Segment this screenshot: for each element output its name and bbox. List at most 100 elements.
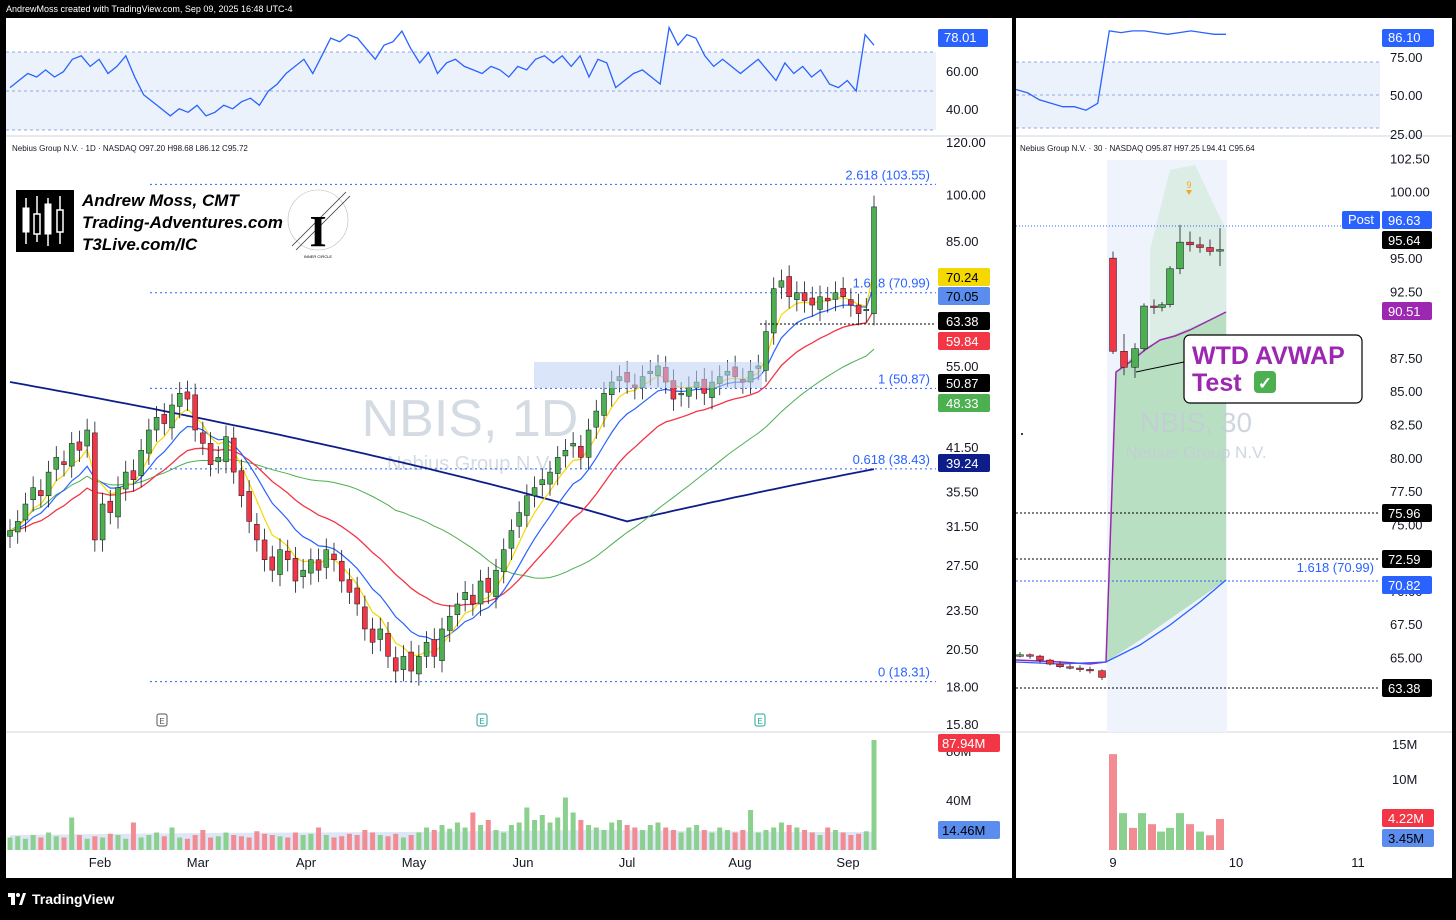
intraday-price-tag-value: 63.38 [1388, 681, 1421, 696]
intraday-rsi-tick-25: 25.00 [1390, 127, 1423, 142]
volume-bar [470, 812, 476, 850]
check-icon-glyph: ✓ [1258, 374, 1272, 393]
volume-bar [323, 835, 329, 850]
price-tag-value: 63.38 [946, 314, 979, 329]
volume-bar [15, 836, 21, 850]
candle-up [323, 549, 330, 568]
intraday-candle-down [1076, 667, 1084, 670]
intraday-fib-label: 1.618 (70.99) [1297, 560, 1374, 575]
volume-bar [377, 835, 383, 850]
intraday-y-tick: 92.50 [1390, 284, 1423, 299]
candle-down [107, 500, 114, 513]
candle-down [392, 657, 399, 672]
volume-avg-value: 14.46M [942, 823, 985, 838]
candle-up [122, 471, 129, 490]
fib-label: 2.618 (103.55) [845, 167, 930, 182]
daily-y-tick: 27.50 [946, 558, 979, 573]
candle-up [115, 487, 121, 518]
volume-bar [832, 830, 838, 850]
candle-up [215, 457, 222, 463]
intraday-candle-down [1109, 257, 1117, 352]
candle-up [585, 429, 592, 458]
intraday-price-tag-value: 70.82 [1388, 578, 1421, 593]
daily-title-text: Nebius Group N.V. · 1D · NASDAQ [12, 144, 137, 153]
volume-bar [223, 832, 229, 850]
volume-bar [694, 825, 700, 850]
volume-bar [238, 836, 244, 850]
candle-down [261, 539, 268, 560]
candle-up [308, 559, 314, 574]
volume-bar [647, 825, 653, 850]
volume-bar [246, 837, 252, 850]
volume-bar [570, 812, 576, 850]
candle-up [146, 429, 152, 454]
daily-watermark-ticker: NBIS, 1D [362, 390, 579, 448]
candle-down [192, 394, 198, 431]
candle-down [354, 587, 360, 605]
candle-down [207, 443, 214, 465]
intraday-volume-bar [1148, 824, 1156, 850]
volume-bar [177, 837, 183, 850]
volume-bar [208, 837, 214, 850]
intraday-volume-bar [1216, 819, 1224, 850]
volume-bar [809, 832, 815, 850]
candle-up [68, 443, 75, 467]
tradingview-logo-text: TradingView [32, 891, 115, 907]
rsi-tick-40: 40.00 [946, 102, 979, 117]
intraday-volume-bar [1138, 813, 1146, 850]
volume-bar [670, 830, 676, 850]
intraday-x-label: 9 [1109, 855, 1116, 870]
intraday-candle-up [1016, 654, 1024, 657]
candle-up [601, 393, 607, 416]
candle-down [855, 304, 862, 314]
earnings-marker-label: E [757, 717, 762, 726]
intraday-candle-down [1150, 305, 1158, 308]
fib-label: 1.618 (70.99) [853, 276, 930, 291]
tradingview-logo[interactable]: TradingView [8, 891, 114, 907]
volume-bar [138, 837, 144, 850]
candle-down [315, 559, 322, 571]
intraday-candle-down [1186, 241, 1194, 246]
candle-up [524, 495, 530, 516]
price-tag-value: 50.87 [946, 376, 979, 391]
volume-bar [709, 832, 715, 850]
volume-bar [308, 833, 314, 850]
volume-bar [539, 815, 545, 850]
volume-bar [277, 836, 283, 850]
volume-bar [802, 830, 808, 850]
intraday-y-tick: 100.00 [1390, 185, 1430, 200]
candle-down [331, 553, 337, 560]
candle-up [863, 309, 870, 312]
volume-bar [871, 740, 877, 850]
volume-bar [640, 830, 646, 850]
fib-label: 1 (50.87) [878, 371, 930, 386]
daily-y-tick: 31.50 [946, 519, 979, 534]
volume-bar [555, 817, 561, 850]
candle-up [794, 292, 800, 300]
candle-up [770, 288, 777, 334]
candle-down [824, 297, 831, 302]
candle-up [817, 296, 823, 310]
volume-bar [146, 835, 152, 850]
volume-bar [200, 830, 206, 850]
candle-up [547, 471, 553, 485]
intraday-rsi-tick-50: 50.00 [1390, 88, 1423, 103]
intraday-volume-bar [1157, 831, 1165, 850]
volume-bar [454, 822, 460, 850]
volume-bar [825, 827, 831, 850]
volume-bar [385, 836, 391, 850]
candle-up [423, 642, 430, 657]
intraday-y-tick: 82.50 [1390, 418, 1423, 433]
volume-bar [22, 838, 28, 850]
price-tag-value: 59.84 [946, 334, 979, 349]
volume-bar [431, 830, 437, 850]
chart-canvas[interactable]: 60.00 40.00 78.01 Nebius Group N.V. · 1D… [0, 0, 1456, 920]
brand-line-1: Andrew Moss, CMT [81, 191, 240, 210]
volume-bar [462, 827, 468, 850]
volume-bar [817, 835, 823, 850]
price-tag-value: 70.05 [946, 289, 979, 304]
intraday-candle-up [1216, 249, 1224, 252]
volume-bar [285, 837, 291, 850]
daily-ohlc: O97.20 H98.68 L86.12 C95.72 [139, 144, 249, 153]
daily-x-label: Jun [513, 855, 534, 870]
